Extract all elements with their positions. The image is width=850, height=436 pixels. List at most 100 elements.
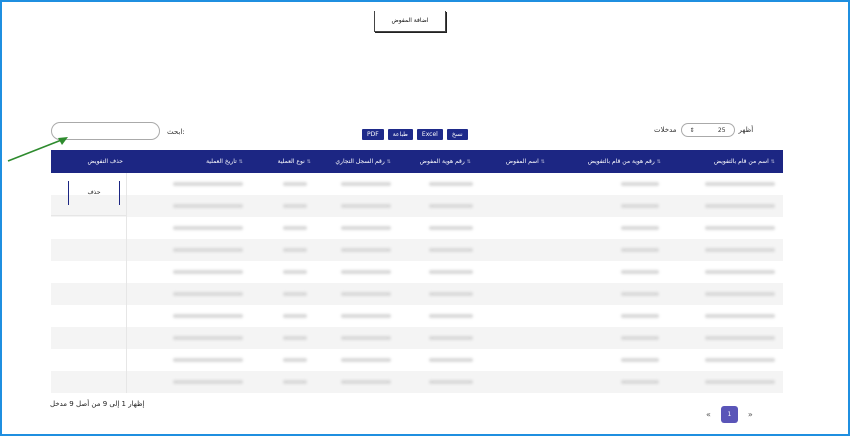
table-row — [51, 261, 783, 283]
redacted-cell — [621, 314, 659, 318]
redacted-cell — [341, 336, 391, 340]
entries-label: مدخلات — [654, 126, 677, 134]
sort-icon: ⇅ — [238, 159, 243, 165]
sort-icon: ⇅ — [656, 159, 661, 165]
redacted-cell — [429, 226, 473, 230]
redacted-cell — [283, 182, 307, 186]
redacted-cell — [429, 204, 473, 208]
redacted-cell — [341, 204, 391, 208]
table-row — [51, 283, 783, 305]
th-authorizer-name[interactable]: اسم من قام بالتفويض ⇅ — [714, 150, 775, 173]
redacted-cell — [341, 380, 391, 384]
export-copy-button[interactable]: نسخ — [446, 129, 468, 140]
redacted-cell — [341, 292, 391, 296]
redacted-cell — [621, 292, 659, 296]
redacted-cell — [429, 292, 473, 296]
redacted-cell — [705, 292, 775, 296]
redacted-cell — [705, 314, 775, 318]
table-info: إظهار 1 إلى 9 من أصل 9 مدخل — [50, 400, 145, 408]
redacted-cell — [341, 270, 391, 274]
redacted-cell — [283, 358, 307, 362]
redacted-cell — [173, 336, 243, 340]
redacted-cell — [283, 380, 307, 384]
sort-icon: ⇅ — [386, 159, 391, 165]
redacted-cell — [341, 358, 391, 362]
redacted-cell — [173, 380, 243, 384]
redacted-cell — [429, 182, 473, 186]
redacted-cell — [173, 358, 243, 362]
pagination: « 1 » — [706, 406, 753, 423]
redacted-cell — [283, 292, 307, 296]
select-caret-icon: ⇕ — [689, 126, 695, 134]
redacted-cell — [173, 204, 243, 208]
redacted-cell — [621, 248, 659, 252]
redacted-cell — [705, 248, 775, 252]
th-operation-type[interactable]: نوع العملية ⇅ — [278, 150, 311, 173]
redacted-cell — [621, 270, 659, 274]
table-row — [51, 327, 783, 349]
sort-icon: ⇅ — [306, 159, 311, 165]
th-delegate-id[interactable]: رقم هوية المفوض ⇅ — [420, 150, 471, 173]
th-operation-date[interactable]: تاريخ العملية ⇅ — [206, 150, 243, 173]
table-row — [51, 173, 783, 195]
page-length-select[interactable]: ⇕ 25 — [680, 123, 735, 137]
delete-cell: حذف — [51, 173, 126, 216]
redacted-cell — [621, 336, 659, 340]
redacted-cell — [173, 226, 243, 230]
sort-icon: ⇅ — [466, 159, 471, 165]
page-length-value: 25 — [717, 126, 726, 134]
redacted-cell — [283, 204, 307, 208]
redacted-cell — [173, 182, 243, 186]
table-row — [51, 305, 783, 327]
redacted-cell — [341, 182, 391, 186]
table-row — [51, 349, 783, 371]
th-authorizer-id[interactable]: رقم هوية من قام بالتفويض ⇅ — [588, 150, 661, 173]
page-length-control: مدخلات ⇕ 25 أظهر — [654, 123, 753, 137]
table-row — [51, 195, 783, 217]
redacted-cell — [429, 314, 473, 318]
redacted-cell — [429, 380, 473, 384]
redacted-cell — [705, 204, 775, 208]
redacted-cell — [173, 248, 243, 252]
redacted-cell — [283, 226, 307, 230]
redacted-cell — [705, 358, 775, 362]
redacted-cell — [341, 314, 391, 318]
redacted-cell — [705, 380, 775, 384]
search-label: ابحث: — [167, 128, 185, 136]
prev-page-button[interactable]: « — [706, 410, 711, 419]
redacted-cell — [283, 336, 307, 340]
redacted-cell — [621, 182, 659, 186]
redacted-cell — [429, 336, 473, 340]
redacted-cell — [173, 292, 243, 296]
export-print-button[interactable]: طباعة — [387, 129, 413, 140]
redacted-cell — [429, 248, 473, 252]
th-commercial-reg[interactable]: رقم السجل التجاري ⇅ — [335, 150, 391, 173]
table-header: اسم من قام بالتفويض ⇅ رقم هوية من قام بال… — [51, 150, 783, 173]
th-delegate-name[interactable]: اسم المفوض ⇅ — [506, 150, 545, 173]
redacted-cell — [705, 270, 775, 274]
redacted-cell — [283, 270, 307, 274]
redacted-cell — [341, 248, 391, 252]
redacted-cell — [173, 270, 243, 274]
redacted-cell — [621, 226, 659, 230]
delete-button[interactable]: حذف — [68, 181, 120, 205]
redacted-cell — [283, 314, 307, 318]
redacted-cell — [283, 248, 307, 252]
redacted-cell — [621, 204, 659, 208]
export-excel-button[interactable]: Excel — [416, 129, 443, 140]
redacted-cell — [705, 226, 775, 230]
show-label: أظهر — [738, 126, 754, 134]
redacted-cell — [705, 182, 775, 186]
add-delegate-button[interactable]: اضافة المفوض — [374, 11, 446, 32]
export-pdf-button[interactable]: PDF — [362, 129, 384, 140]
table-row — [51, 239, 783, 261]
table-row — [51, 217, 783, 239]
page-button-current[interactable]: 1 — [720, 406, 738, 423]
redacted-cell — [429, 358, 473, 362]
redacted-cell — [621, 358, 659, 362]
redacted-cell — [705, 336, 775, 340]
redacted-cell — [429, 270, 473, 274]
redacted-cell — [341, 226, 391, 230]
next-page-button[interactable]: » — [748, 410, 753, 419]
th-delete[interactable]: حذف التفويض — [88, 150, 123, 173]
